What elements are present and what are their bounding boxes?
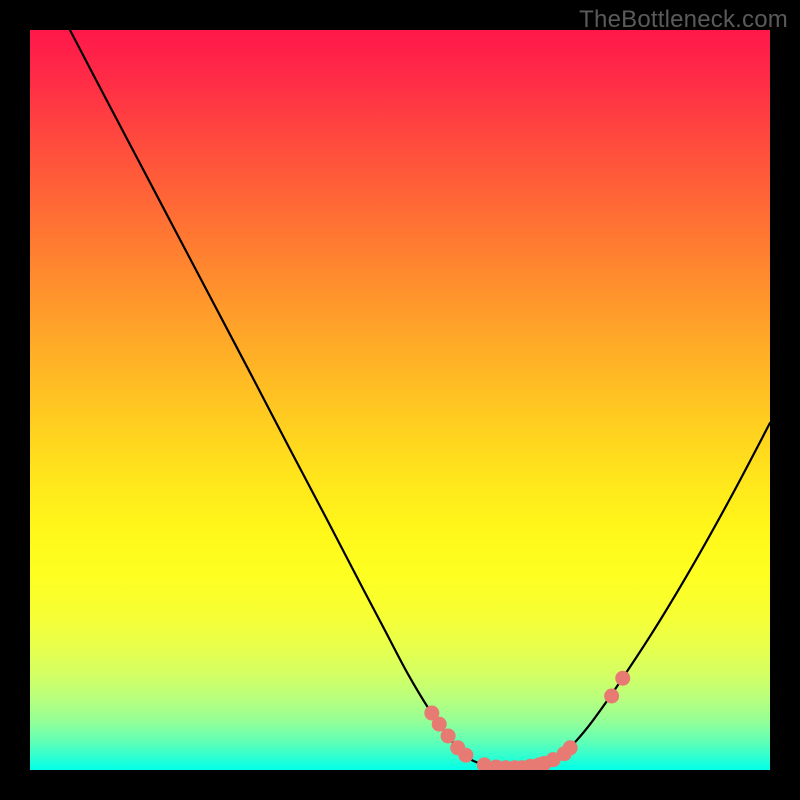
data-point [563, 740, 578, 755]
bottleneck-curve [70, 30, 770, 768]
data-point [458, 748, 473, 763]
data-point [604, 689, 619, 704]
data-points-group [424, 671, 630, 770]
curve-overlay [30, 30, 770, 770]
data-point [441, 728, 456, 743]
data-point [615, 671, 630, 686]
chart-container: TheBottleneck.com [0, 0, 800, 800]
watermark-text: TheBottleneck.com [579, 6, 788, 34]
plot-area [30, 30, 770, 770]
data-point [432, 717, 447, 732]
